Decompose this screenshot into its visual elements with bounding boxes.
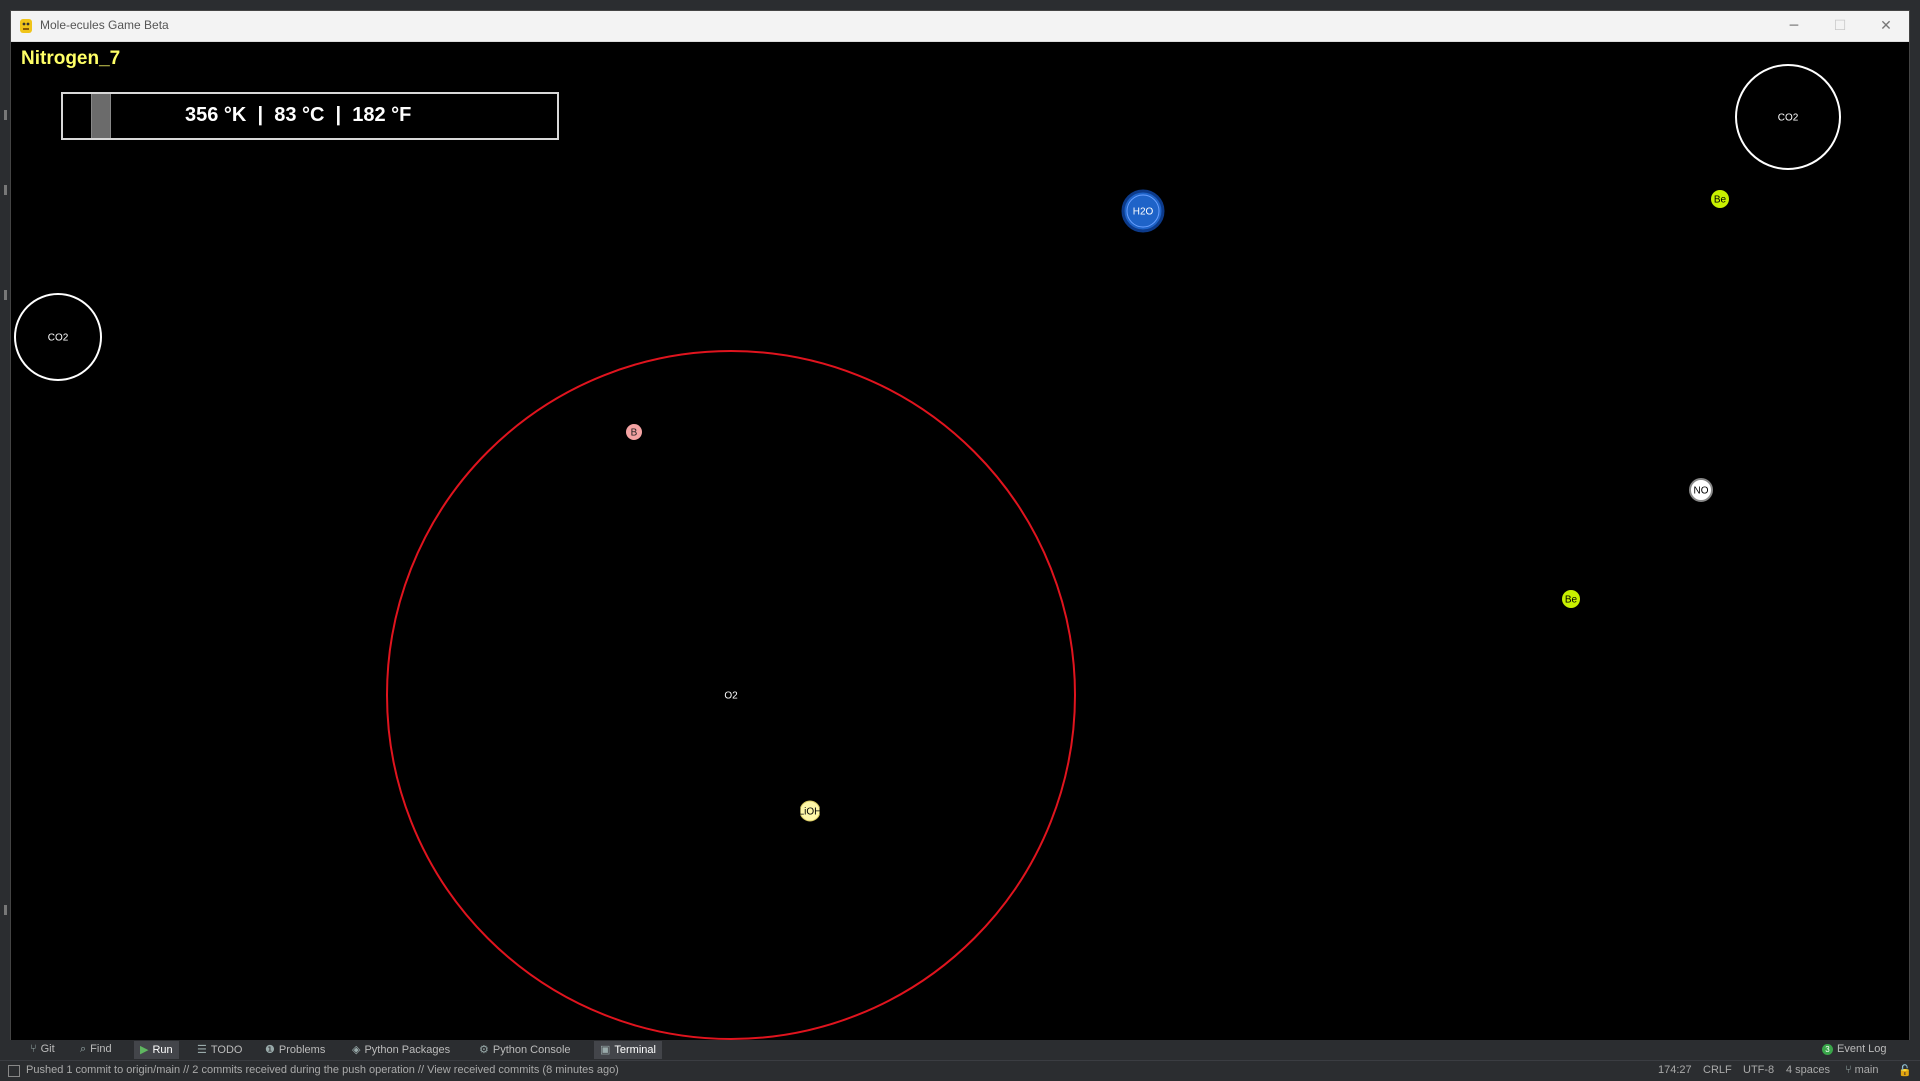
ide-tool-window-bar: ⑂ Git ⌕ Find ▶ Run ☰ TODO ❶ Problems ◈ Python … — [0, 1040, 1920, 1060]
tab-terminal-label: Terminal — [614, 1044, 656, 1056]
tab-find[interactable]: ⌕ Find — [80, 1043, 112, 1056]
be-label: Be — [1714, 195, 1727, 206]
molecule-b: B — [626, 424, 642, 440]
gutter-marker — [4, 905, 7, 915]
tab-problems-label: Problems — [278, 1044, 326, 1056]
molecule-co2-left: CO2 — [14, 293, 102, 381]
tab-python-console-label: Python Console — [492, 1044, 571, 1056]
gutter-marker — [4, 290, 7, 300]
temperature-readout: 356 °K | 83 °C | 182 °F — [185, 104, 412, 126]
co2-label: CO2 — [1778, 113, 1799, 124]
player-name: Nitrogen_7 — [21, 48, 121, 69]
window-title: Mole-ecules Game Beta — [40, 18, 169, 32]
temperature-slider[interactable] — [63, 94, 123, 138]
gutter-marker — [4, 110, 7, 120]
git-branch-label: main — [1854, 1064, 1879, 1076]
status-toggle-icon[interactable] — [8, 1065, 20, 1077]
console-icon: ⚙ — [479, 1044, 489, 1056]
no-label: NO — [1694, 486, 1709, 497]
indent-setting[interactable]: 4 spaces — [1786, 1064, 1830, 1076]
b-label: B — [631, 428, 638, 439]
close-button[interactable]: ✕ — [1863, 11, 1909, 41]
game-window: Mole-ecules Game Beta ─ ☐ ✕ O2 B LiOH H2… — [10, 10, 1910, 1042]
temperature-panel: 356 °K | 83 °C | 182 °F — [61, 92, 559, 140]
cursor-position[interactable]: 174:27 — [1658, 1064, 1692, 1076]
python-snake-icon — [20, 19, 32, 33]
info-icon: ❶ — [265, 1044, 275, 1056]
event-log-label: Event Log — [1837, 1043, 1887, 1055]
player-molecule-o2: O2 — [386, 350, 1076, 1040]
tab-python-console[interactable]: ⚙ Python Console — [479, 1043, 571, 1056]
window-titlebar[interactable]: Mole-ecules Game Beta ─ ☐ ✕ — [11, 11, 1909, 42]
molecule-be-mid: Be — [1562, 590, 1580, 608]
tab-python-packages[interactable]: ◈ Python Packages — [352, 1043, 450, 1056]
h2o-label: H2O — [1133, 207, 1154, 218]
co2-label: CO2 — [48, 333, 69, 344]
run-icon: ▶ — [140, 1044, 149, 1056]
tab-problems[interactable]: ❶ Problems — [265, 1043, 325, 1056]
minimize-button[interactable]: ─ — [1771, 11, 1817, 41]
molecule-lioh: LiOH — [799, 800, 822, 822]
temperature-slider-handle[interactable] — [91, 94, 111, 138]
search-icon: ⌕ — [80, 1043, 87, 1055]
o2-label: O2 — [724, 691, 738, 702]
molecule-co2-top-right: CO2 — [1735, 64, 1841, 170]
maximize-button[interactable]: ☐ — [1817, 11, 1863, 41]
tab-run[interactable]: ▶ Run — [134, 1041, 179, 1059]
layers-icon: ◈ — [352, 1044, 361, 1056]
tab-todo-label: TODO — [210, 1044, 243, 1056]
game-canvas[interactable]: O2 B LiOH H2O CO2 CO2 Be Be NO Nitrogen_… — [11, 42, 1909, 1041]
event-log-button[interactable]: 3 Event Log — [1822, 1043, 1887, 1055]
ide-left-gutter — [0, 0, 10, 1080]
file-encoding[interactable]: UTF-8 — [1743, 1064, 1774, 1076]
be-label: Be — [1565, 595, 1578, 606]
lock-icon[interactable]: 🔓 — [1898, 1064, 1912, 1077]
line-ending[interactable]: CRLF — [1703, 1064, 1732, 1076]
tab-run-label: Run — [152, 1044, 173, 1056]
lioh-label: LiOH — [799, 807, 822, 818]
tab-terminal[interactable]: ▣ Terminal — [594, 1041, 662, 1059]
list-icon: ☰ — [197, 1044, 207, 1056]
git-branch-icon: ⑂ — [30, 1043, 37, 1055]
git-branch-icon: ⑂ — [1845, 1064, 1852, 1076]
tab-git-label: Git — [40, 1043, 55, 1055]
ide-status-bar: Pushed 1 commit to origin/main // 2 comm… — [0, 1060, 1920, 1081]
tab-find-label: Find — [90, 1043, 112, 1055]
tab-python-packages-label: Python Packages — [364, 1044, 451, 1056]
game-field: O2 B LiOH H2O CO2 CO2 Be Be NO — [14, 64, 1841, 1040]
molecule-no: NO — [1689, 478, 1713, 502]
git-branch[interactable]: ⑂ main — [1845, 1064, 1878, 1076]
ide-right-gutter — [1910, 0, 1920, 1040]
molecule-h2o: H2O — [1121, 189, 1165, 233]
terminal-icon: ▣ — [600, 1044, 611, 1056]
gutter-marker — [4, 185, 7, 195]
tab-git[interactable]: ⑂ Git — [30, 1043, 55, 1055]
status-message[interactable]: Pushed 1 commit to origin/main // 2 comm… — [26, 1064, 619, 1076]
tab-todo[interactable]: ☰ TODO — [197, 1043, 242, 1056]
event-count-badge: 3 — [1822, 1044, 1833, 1055]
molecule-be-top: Be — [1711, 190, 1729, 208]
